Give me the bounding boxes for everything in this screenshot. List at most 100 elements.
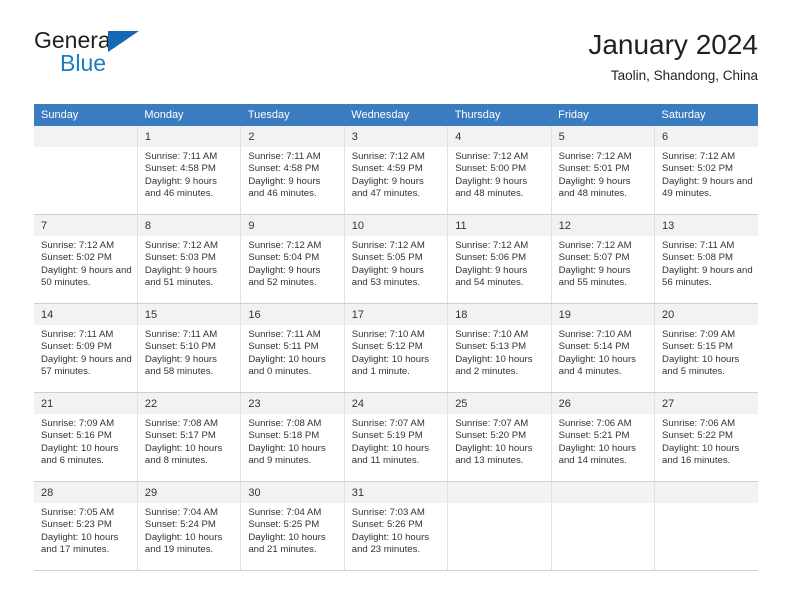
daylight-text: Daylight: 9 hours and 48 minutes. — [455, 175, 528, 200]
daylight-text: Daylight: 9 hours and 57 minutes. — [41, 353, 132, 378]
sunset-text: Sunset: 5:26 PM — [351, 519, 423, 531]
calendar-page: General Blue January 2024 Taolin, Shando… — [0, 0, 792, 612]
day-number: 29 — [137, 482, 241, 503]
daylight-text: Daylight: 9 hours and 46 minutes. — [248, 175, 321, 200]
day-details: Sunrise: 7:12 AM Sunset: 5:01 PM Daylight:… — [552, 147, 654, 201]
daylight-text: Daylight: 9 hours and 56 minutes. — [662, 264, 753, 289]
calendar-week-row: 7 Sunrise: 7:12 AM Sunset: 5:02 PM Daylight… — [34, 214, 758, 304]
daylight-text: Daylight: 9 hours and 53 minutes. — [351, 264, 424, 289]
day-details: Sunrise: 7:11 AM Sunset: 5:08 PM Daylight:… — [655, 236, 758, 290]
calendar-cell-day[interactable]: 6 Sunrise: 7:12 AM Sunset: 5:02 PM Daylight… — [654, 126, 758, 215]
calendar-cell-day[interactable]: 12 Sunrise: 7:12 AM Sunset: 5:07 PM Dayligh… — [551, 214, 656, 304]
daylight-text: Daylight: 9 hours and 49 minutes. — [662, 175, 753, 200]
weekday-header-wednesday: Wednesday — [344, 104, 448, 126]
day-number: 30 — [241, 482, 344, 503]
calendar-cell-day[interactable]: 15 Sunrise: 7:11 AM Sunset: 5:10 PM Dayligh… — [137, 303, 242, 393]
sunrise-text: Sunrise: 7:09 AM — [662, 329, 736, 340]
calendar-week-row: 28 Sunrise: 7:05 AM Sunset: 5:23 PM Dayligh… — [34, 481, 758, 571]
calendar-cell-day[interactable]: 24 Sunrise: 7:07 AM Sunset: 5:19 PM Dayligh… — [344, 392, 449, 482]
sunset-text: Sunset: 5:07 PM — [558, 252, 630, 264]
day-number: 17 — [344, 304, 448, 325]
day-number: 5 — [551, 126, 655, 147]
calendar-cell-day[interactable]: 26 Sunrise: 7:06 AM Sunset: 5:21 PM Dayligh… — [551, 392, 656, 482]
calendar-cell-day[interactable]: 5 Sunrise: 7:12 AM Sunset: 5:01 PM Daylight… — [551, 126, 656, 215]
calendar-cell-day[interactable]: 19 Sunrise: 7:10 AM Sunset: 5:14 PM Dayligh… — [551, 303, 656, 393]
day-number: 23 — [241, 393, 344, 414]
day-number — [655, 482, 758, 503]
calendar-cell-day[interactable]: 30 Sunrise: 7:04 AM Sunset: 5:25 PM Dayligh… — [240, 481, 345, 571]
daylight-text: Daylight: 10 hours and 13 minutes. — [455, 442, 533, 467]
location-subtitle: Taolin, Shandong, China — [610, 68, 758, 83]
day-number: 18 — [448, 304, 551, 325]
calendar-cell-day[interactable]: 22 Sunrise: 7:08 AM Sunset: 5:17 PM Dayligh… — [137, 392, 242, 482]
sunset-text: Sunset: 5:21 PM — [558, 430, 630, 442]
day-number: 24 — [344, 393, 448, 414]
sunset-text: Sunset: 4:59 PM — [351, 163, 423, 175]
calendar-cell-day[interactable]: 16 Sunrise: 7:11 AM Sunset: 5:11 PM Dayligh… — [240, 303, 345, 393]
calendar-cell-day[interactable]: 8 Sunrise: 7:12 AM Sunset: 5:03 PM Daylight… — [137, 214, 242, 304]
daylight-text: Daylight: 9 hours and 48 minutes. — [558, 175, 631, 200]
sunrise-text: Sunrise: 7:11 AM — [248, 329, 321, 340]
calendar-cell-day[interactable]: 14 Sunrise: 7:11 AM Sunset: 5:09 PM Dayligh… — [34, 303, 138, 393]
day-number — [34, 126, 137, 147]
day-number: 14 — [34, 304, 137, 325]
page-title: January 2024 — [588, 29, 758, 60]
sunrise-text: Sunrise: 7:12 AM — [455, 240, 529, 251]
day-details: Sunrise: 7:10 AM Sunset: 5:12 PM Daylight:… — [345, 325, 447, 379]
sunrise-text: Sunrise: 7:10 AM — [455, 329, 529, 340]
calendar-cell-day[interactable]: 31 Sunrise: 7:03 AM Sunset: 5:26 PM Dayligh… — [344, 481, 449, 571]
day-details: Sunrise: 7:12 AM Sunset: 5:02 PM Daylight:… — [655, 147, 758, 201]
calendar-cell-day[interactable]: 18 Sunrise: 7:10 AM Sunset: 5:13 PM Dayligh… — [447, 303, 552, 393]
calendar-cell-day[interactable]: 10 Sunrise: 7:12 AM Sunset: 5:05 PM Dayligh… — [344, 214, 449, 304]
triangle-icon — [108, 31, 139, 52]
daylight-text: Daylight: 9 hours and 55 minutes. — [558, 264, 631, 289]
day-details: Sunrise: 7:12 AM Sunset: 5:05 PM Daylight:… — [345, 236, 447, 290]
day-details: Sunrise: 7:11 AM Sunset: 5:10 PM Daylight:… — [138, 325, 240, 379]
calendar-cell-day[interactable]: 23 Sunrise: 7:08 AM Sunset: 5:18 PM Dayligh… — [240, 392, 345, 482]
calendar-cell-day[interactable]: 3 Sunrise: 7:12 AM Sunset: 4:59 PM Daylight… — [344, 126, 449, 215]
daylight-text: Daylight: 10 hours and 11 minutes. — [351, 442, 430, 467]
calendar-cell-day[interactable]: 20 Sunrise: 7:09 AM Sunset: 5:15 PM Dayligh… — [654, 303, 758, 393]
calendar-week-row: 21 Sunrise: 7:09 AM Sunset: 5:16 PM Dayligh… — [34, 392, 758, 482]
daylight-text: Daylight: 10 hours and 23 minutes. — [351, 531, 430, 556]
day-details: Sunrise: 7:10 AM Sunset: 5:13 PM Daylight:… — [448, 325, 550, 379]
calendar-cell-day[interactable]: 27 Sunrise: 7:06 AM Sunset: 5:22 PM Dayligh… — [654, 392, 758, 482]
sunrise-text: Sunrise: 7:12 AM — [455, 151, 529, 162]
calendar-cell-day[interactable]: 1 Sunrise: 7:11 AM Sunset: 4:58 PM Daylight… — [137, 126, 242, 215]
day-details: Sunrise: 7:08 AM Sunset: 5:17 PM Daylight:… — [138, 414, 240, 468]
calendar-cell-day[interactable]: 21 Sunrise: 7:09 AM Sunset: 5:16 PM Dayligh… — [34, 392, 138, 482]
day-details: Sunrise: 7:05 AM Sunset: 5:23 PM Daylight:… — [34, 503, 137, 557]
calendar-cell-day[interactable]: 17 Sunrise: 7:10 AM Sunset: 5:12 PM Dayligh… — [344, 303, 449, 393]
day-details: Sunrise: 7:12 AM Sunset: 5:07 PM Daylight:… — [552, 236, 654, 290]
calendar-cell-day[interactable]: 11 Sunrise: 7:12 AM Sunset: 5:06 PM Dayligh… — [447, 214, 552, 304]
daylight-text: Daylight: 10 hours and 2 minutes. — [455, 353, 533, 378]
daylight-text: Daylight: 10 hours and 19 minutes. — [144, 531, 223, 556]
sunset-text: Sunset: 5:02 PM — [662, 163, 733, 175]
calendar-cell-day[interactable]: 9 Sunrise: 7:12 AM Sunset: 5:04 PM Daylight… — [240, 214, 345, 304]
sunset-text: Sunset: 5:25 PM — [248, 519, 320, 531]
brand-logo[interactable]: General Blue — [34, 28, 274, 88]
calendar-cell-day[interactable]: 7 Sunrise: 7:12 AM Sunset: 5:02 PM Daylight… — [34, 214, 138, 304]
calendar-cell-day[interactable]: 25 Sunrise: 7:07 AM Sunset: 5:20 PM Dayligh… — [447, 392, 552, 482]
day-number: 2 — [241, 126, 344, 147]
daylight-text: Daylight: 10 hours and 6 minutes. — [41, 442, 119, 467]
weekday-header-saturday: Saturday — [654, 104, 758, 126]
calendar-cell-day[interactable]: 29 Sunrise: 7:04 AM Sunset: 5:24 PM Dayligh… — [137, 481, 242, 571]
sunset-text: Sunset: 5:10 PM — [144, 341, 216, 353]
day-details: Sunrise: 7:09 AM Sunset: 5:16 PM Daylight:… — [34, 414, 137, 468]
sunset-text: Sunset: 5:19 PM — [351, 430, 423, 442]
calendar-cell-day[interactable]: 28 Sunrise: 7:05 AM Sunset: 5:23 PM Dayligh… — [34, 481, 138, 571]
sunrise-text: Sunrise: 7:08 AM — [144, 418, 218, 429]
day-number: 11 — [448, 215, 551, 236]
calendar-cell-day[interactable]: 13 Sunrise: 7:11 AM Sunset: 5:08 PM Dayligh… — [654, 214, 758, 304]
weekday-header-tuesday: Tuesday — [240, 104, 345, 126]
day-number: 9 — [241, 215, 344, 236]
calendar-cell-day[interactable]: 4 Sunrise: 7:12 AM Sunset: 5:00 PM Daylight… — [447, 126, 552, 215]
calendar-cell-empty — [447, 481, 552, 571]
day-number: 7 — [34, 215, 137, 236]
sunset-text: Sunset: 5:04 PM — [248, 252, 320, 264]
day-details: Sunrise: 7:04 AM Sunset: 5:24 PM Daylight:… — [138, 503, 240, 557]
daylight-text: Daylight: 10 hours and 16 minutes. — [662, 442, 740, 467]
day-details: Sunrise: 7:06 AM Sunset: 5:22 PM Daylight:… — [655, 414, 758, 468]
calendar-cell-day[interactable]: 2 Sunrise: 7:11 AM Sunset: 4:58 PM Daylight… — [240, 126, 345, 215]
